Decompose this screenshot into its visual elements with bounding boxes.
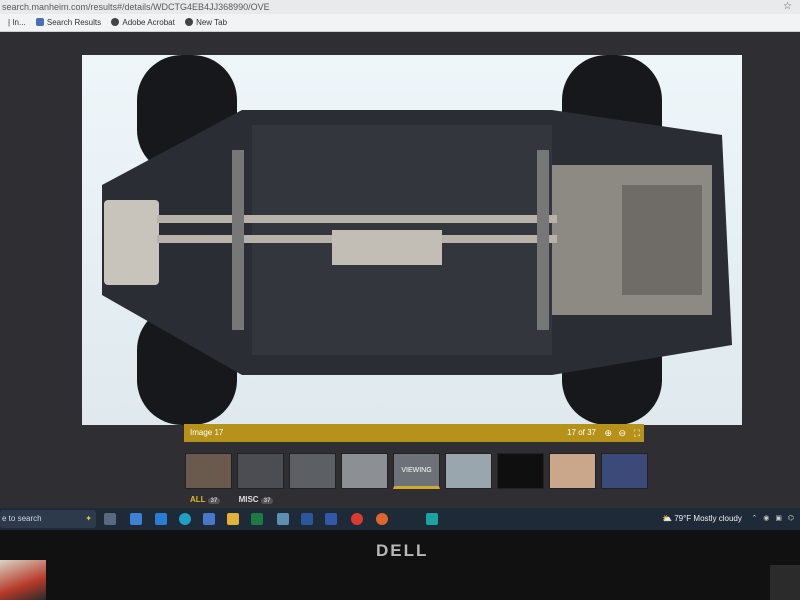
bookmark-item-adobe-acrobat[interactable]: Adobe Acrobat	[111, 14, 175, 31]
rear-axle-rail	[232, 150, 244, 330]
outlook-icon[interactable]	[155, 513, 167, 525]
thumbnail-trunk-cargo[interactable]	[237, 453, 284, 489]
file-explorer-icon[interactable]	[227, 513, 239, 525]
thumbnail-rear-hatch[interactable]	[341, 453, 388, 489]
thumbnail-tan-panel[interactable]	[549, 453, 596, 489]
excel-icon[interactable]	[251, 513, 263, 525]
filter-all-count: 37	[207, 498, 221, 504]
teams-icon[interactable]	[325, 513, 337, 525]
taskbar-search-box[interactable]: e to search ✦	[0, 510, 96, 528]
undercarriage-illustration	[102, 55, 732, 425]
bookmark-label: New Tab	[196, 18, 228, 27]
globe-icon	[185, 18, 194, 26]
image-label: Image 17	[190, 428, 224, 437]
bookmarks-bar: | In... Search Results Adobe Acrobat New…	[0, 14, 800, 32]
bookmark-label: Search Results	[46, 18, 102, 27]
thumbnail-side-mirror[interactable]	[445, 453, 492, 489]
monitor-screen: search.manheim.com/results#/details/WDCT…	[0, 0, 800, 530]
app-icon[interactable]	[426, 513, 438, 525]
system-tray[interactable]: ⌃ ◉ ▣ ⌬	[751, 508, 796, 530]
search-results-icon	[35, 18, 44, 26]
bookmark-item-search-results[interactable]: Search Results	[35, 14, 102, 31]
zoom-out-icon[interactable]: ⊖	[618, 424, 626, 442]
filter-misc[interactable]: MISC 37	[239, 495, 274, 504]
windows-taskbar: e to search ✦ ⛅ 79°F Mostly cloudy ⌃ ◉ ▣…	[0, 508, 800, 530]
task-view-icon[interactable]	[104, 513, 116, 525]
weather-text: Mostly cloudy	[693, 514, 742, 523]
word-icon[interactable]	[301, 513, 313, 525]
desk-items-left	[0, 560, 46, 600]
thumbnail-engine-bay[interactable]	[289, 453, 336, 489]
filter-misc-label: MISC	[238, 495, 259, 504]
filter-all[interactable]: ALL 37	[190, 495, 221, 504]
acrobat-icon	[111, 18, 120, 26]
bookmark-label: Adobe Acrobat	[122, 18, 175, 27]
bookmark-label: | In...	[8, 18, 26, 27]
viewing-label: VIEWING	[401, 467, 432, 474]
vehicle-undercarriage-image[interactable]	[82, 55, 742, 425]
weather-icon: ⛅	[662, 514, 672, 523]
fullscreen-icon[interactable]: ⛶	[634, 424, 640, 442]
transmission	[622, 185, 702, 295]
exhaust-pipe-upper	[157, 215, 557, 223]
address-bar[interactable]: search.manheim.com/results#/details/WDCT…	[0, 0, 800, 14]
weather-widget[interactable]: ⛅ 79°F Mostly cloudy	[662, 508, 742, 530]
muffler	[104, 200, 159, 285]
edge-icon[interactable]	[179, 513, 191, 525]
thumbnail-viewing[interactable]: VIEWING	[393, 453, 440, 489]
app-icon[interactable]	[203, 513, 215, 525]
image-counter: 17 of 37	[567, 428, 596, 437]
bookmark-star-icon[interactable]: ☆	[783, 0, 792, 14]
zoom-in-icon[interactable]: ⊕	[604, 424, 612, 442]
weather-temp: 79°F	[674, 514, 692, 523]
url-text[interactable]: search.manheim.com/results#/details/WDCT…	[2, 2, 270, 12]
filter-misc-count: 37	[260, 498, 274, 504]
chrome-icon[interactable]	[351, 513, 363, 525]
thumbnail-exterior-lot[interactable]	[601, 453, 648, 489]
desk-items-right	[770, 565, 800, 600]
filter-all-label: ALL	[190, 495, 206, 504]
image-filters: ALL 37 MISC 37	[190, 495, 277, 504]
catalytic-converter	[332, 230, 442, 265]
image-caption-bar: Image 17 17 of 37 ⊕ ⊖ ⛶	[184, 424, 644, 442]
bookmark-item-new-tab[interactable]: New Tab	[185, 14, 227, 31]
app-icon[interactable]	[277, 513, 289, 525]
front-axle-rail	[537, 150, 549, 330]
taskbar-search-placeholder: e to search	[2, 514, 42, 523]
monitor-brand-logo: DELL	[376, 541, 429, 560]
vehicle-details-page: Image 17 17 of 37 ⊕ ⊖ ⛶ VIEWING ALL 37 M…	[0, 32, 800, 509]
search-highlight-icon: ✦	[85, 514, 92, 523]
thumbnail-interior-seats[interactable]	[185, 453, 232, 489]
thumbnail-dark-image[interactable]	[497, 453, 544, 489]
copilot-icon[interactable]	[130, 513, 142, 525]
bookmark-item-0[interactable]: | In...	[8, 14, 26, 31]
firefox-icon[interactable]	[376, 513, 388, 525]
